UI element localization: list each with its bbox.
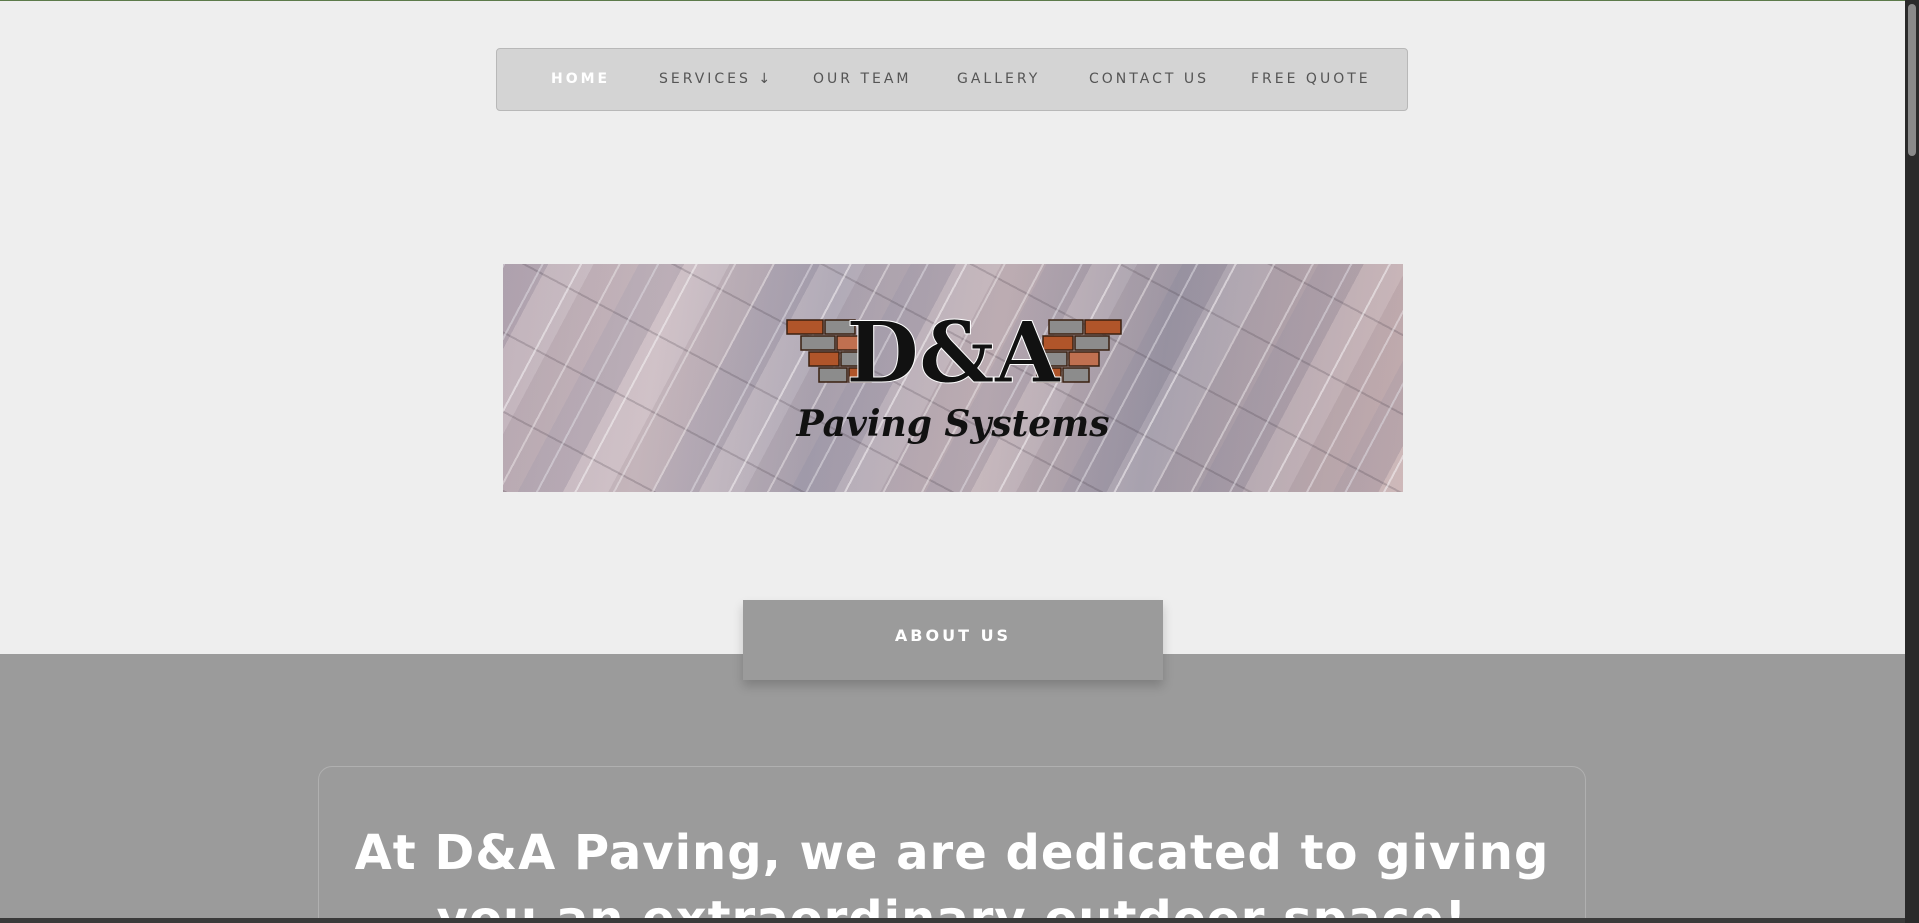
company-logo: D&A Paving Systems [786,303,1122,445]
nav-item-services[interactable]: SERVICES ↓ [659,49,773,110]
nav-item-free-quote[interactable]: FREE QUOTE [1251,49,1371,110]
logo-sub-text: Paving Systems [796,403,1110,445]
about-us-tab[interactable]: ABOUT US [743,600,1163,680]
bottom-strip [0,918,1905,923]
nav-item-gallery[interactable]: GALLERY [957,49,1040,110]
top-border-line [0,0,1919,1]
nav-item-home[interactable]: HOME [551,49,610,110]
scrollbar-thumb[interactable] [1908,4,1916,156]
page-scrollbar[interactable] [1905,0,1919,923]
hero-banner: D&A Paving Systems [503,264,1403,492]
main-navigation: HOME SERVICES ↓ OUR TEAM GALLERY CONTACT… [496,48,1408,111]
nav-item-contact-us[interactable]: CONTACT US [1089,49,1209,110]
about-us-tab-label: ABOUT US [894,626,1012,645]
about-headline: At D&A Paving, we are dedicated to givin… [354,825,1550,923]
logo-main-text: D&A [846,303,1062,402]
nav-item-our-team[interactable]: OUR TEAM [813,49,912,110]
